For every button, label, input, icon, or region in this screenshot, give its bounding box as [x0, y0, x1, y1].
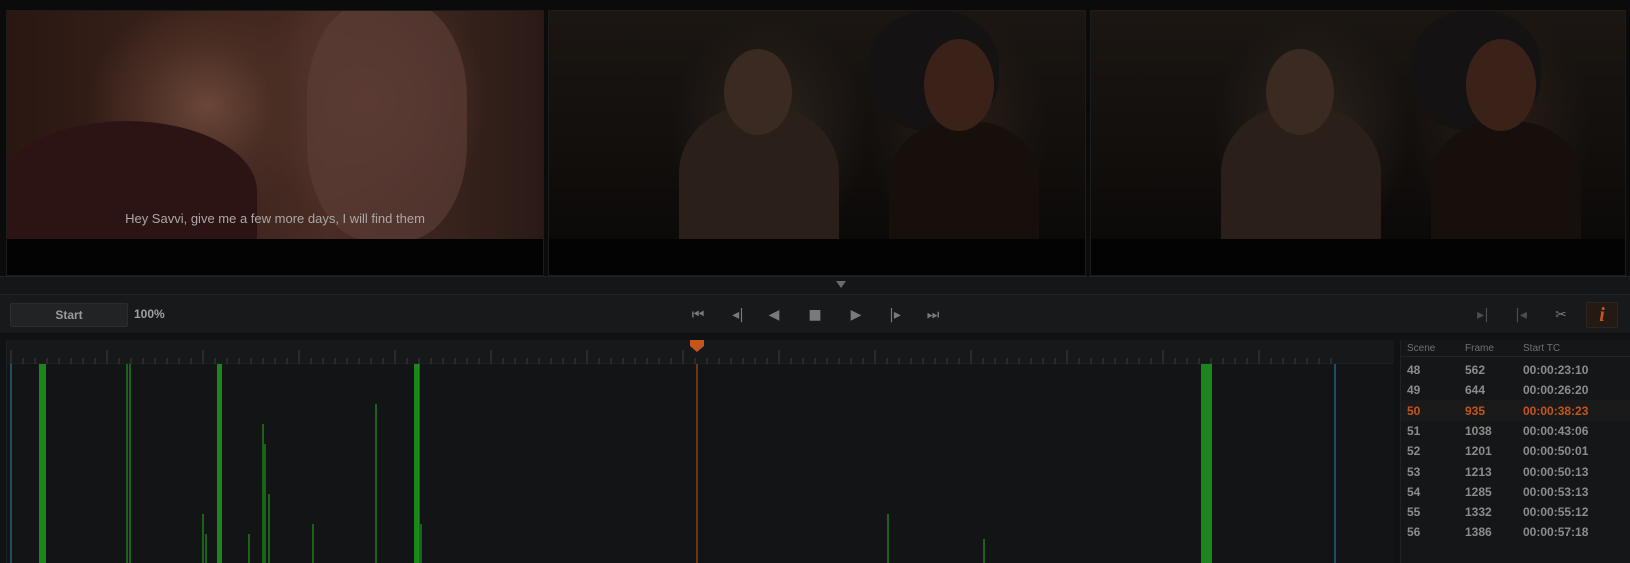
- scene-start-tc-cell: 00:00:50:13: [1523, 464, 1589, 479]
- scene-list-header: Scene Frame Start TC: [1401, 340, 1630, 357]
- scene-row[interactable]: 51 1038 00:00:43:06: [1401, 420, 1630, 441]
- scene-row[interactable]: 56 1386 00:00:57:18: [1401, 521, 1630, 542]
- column-header-scene[interactable]: Scene: [1407, 343, 1435, 354]
- scene-frame-cell: 935: [1465, 403, 1486, 418]
- frame-shape: [1431, 121, 1581, 239]
- panel-divider[interactable]: [0, 276, 1630, 294]
- play-icon[interactable]: ▶: [843, 305, 869, 325]
- step-back-icon[interactable]: ◂|: [725, 305, 751, 325]
- viewer-frame-image: [549, 11, 1085, 239]
- skip-to-end-icon[interactable]: ⏭: [920, 305, 946, 325]
- frame-shape: [307, 11, 467, 239]
- play-reverse-icon[interactable]: ◀: [761, 305, 787, 325]
- scene-detect-timeline[interactable]: [6, 340, 1394, 563]
- scene-scene-cell: 51: [1407, 423, 1421, 438]
- frame-shape: [1266, 49, 1334, 135]
- scene-frame-cell: 1213: [1465, 464, 1492, 479]
- divider-handle-icon[interactable]: [836, 281, 846, 288]
- timeline-ruler[interactable]: [7, 340, 1394, 364]
- scene-start-tc-cell: 00:00:55:12: [1523, 505, 1589, 520]
- scene-list-panel: Scene Frame Start TC 48 562 00:00:23:10 49 6…: [1400, 340, 1630, 563]
- scene-frame-cell: 644: [1465, 383, 1486, 398]
- scene-frame-cell: 1285: [1465, 484, 1492, 499]
- frame-shape: [1466, 39, 1536, 131]
- scissors-icon[interactable]: ✂: [1548, 305, 1574, 325]
- mark-in-icon[interactable]: ▸|: [1470, 305, 1496, 325]
- stop-icon[interactable]: ■: [802, 305, 828, 325]
- mark-out-icon[interactable]: |◂: [1508, 305, 1534, 325]
- zoom-level: 100%: [134, 307, 165, 321]
- scene-scene-cell: 52: [1407, 444, 1421, 459]
- scene-frame-cell: 1201: [1465, 444, 1492, 459]
- frame-shape: [924, 39, 994, 131]
- scene-start-tc-cell: 00:00:57:18: [1523, 525, 1589, 540]
- scene-start-tc-cell: 00:00:43:06: [1523, 423, 1589, 438]
- scene-start-tc-cell: 00:00:53:13: [1523, 484, 1589, 499]
- frame-shape: [889, 121, 1039, 239]
- scene-scene-cell: 55: [1407, 505, 1421, 520]
- viewer-letterbox: [1091, 239, 1625, 275]
- viewer-area: Hey Savvi, give me a few more days, I wi…: [0, 0, 1630, 280]
- scene-scene-cell: 53: [1407, 464, 1421, 479]
- viewer-frame-image: Hey Savvi, give me a few more days, I wi…: [7, 11, 543, 239]
- scene-scene-cell: 49: [1407, 383, 1421, 398]
- scene-row[interactable]: 52 1201 00:00:50:01: [1401, 440, 1630, 461]
- scene-scene-cell: 56: [1407, 525, 1421, 540]
- playhead-marker-icon: [690, 340, 704, 352]
- scene-cut-marker: [39, 364, 46, 563]
- skip-to-start-icon[interactable]: ⏮: [685, 305, 711, 325]
- scene-frame-cell: 1386: [1465, 525, 1492, 540]
- scene-scene-cell: 50: [1407, 403, 1421, 418]
- scene-row[interactable]: 50 935 00:00:38:23: [1401, 399, 1630, 421]
- viewer-letterbox: [549, 239, 1085, 275]
- info-button[interactable]: i: [1586, 302, 1618, 328]
- scene-row[interactable]: 53 1213 00:00:50:13: [1401, 461, 1630, 482]
- start-button[interactable]: Start: [10, 303, 128, 327]
- subtitle-text: Hey Savvi, give me a few more days, I wi…: [125, 211, 425, 226]
- transport-bar: Start 100% ⏮ ◂| ◀ ■ ▶ |▸ ⏭ ▸| |◂ ✂ i: [0, 294, 1630, 334]
- scene-start-tc-cell: 00:00:23:10: [1523, 363, 1589, 377]
- scene-cut-marker: [414, 364, 419, 563]
- column-header-start-tc[interactable]: Start TC: [1523, 343, 1560, 354]
- scene-scene-cell: 54: [1407, 484, 1421, 499]
- scene-row[interactable]: 48 562 00:00:23:10: [1401, 359, 1630, 380]
- scene-start-tc-cell: 00:00:38:23: [1523, 403, 1589, 418]
- scene-row[interactable]: 49 644 00:00:26:20: [1401, 379, 1630, 400]
- viewer-frame-image: [1091, 11, 1625, 239]
- scene-cut-marker: [217, 364, 222, 563]
- frame-shape: [724, 49, 792, 135]
- scene-start-tc-cell: 00:00:26:20: [1523, 383, 1589, 398]
- scene-scene-cell: 48: [1407, 363, 1421, 377]
- scene-frame-cell: 1332: [1465, 505, 1492, 520]
- column-header-frame[interactable]: Frame: [1465, 343, 1494, 354]
- cut-graph[interactable]: [7, 364, 1395, 563]
- scene-cut-marker: [1201, 364, 1212, 563]
- viewer-current-scene[interactable]: [548, 10, 1086, 276]
- step-forward-icon[interactable]: |▸: [882, 305, 908, 325]
- scene-frame-cell: 562: [1465, 363, 1486, 377]
- scene-start-tc-cell: 00:00:50:01: [1523, 444, 1589, 459]
- scene-frame-cell: 1038: [1465, 423, 1492, 438]
- viewer-next-scene[interactable]: [1090, 10, 1626, 276]
- viewer-previous-scene[interactable]: Hey Savvi, give me a few more days, I wi…: [6, 10, 544, 276]
- scene-row[interactable]: 55 1332 00:00:55:12: [1401, 501, 1630, 522]
- scene-row[interactable]: 54 1285 00:00:53:13: [1401, 481, 1630, 502]
- viewer-letterbox: [7, 239, 543, 275]
